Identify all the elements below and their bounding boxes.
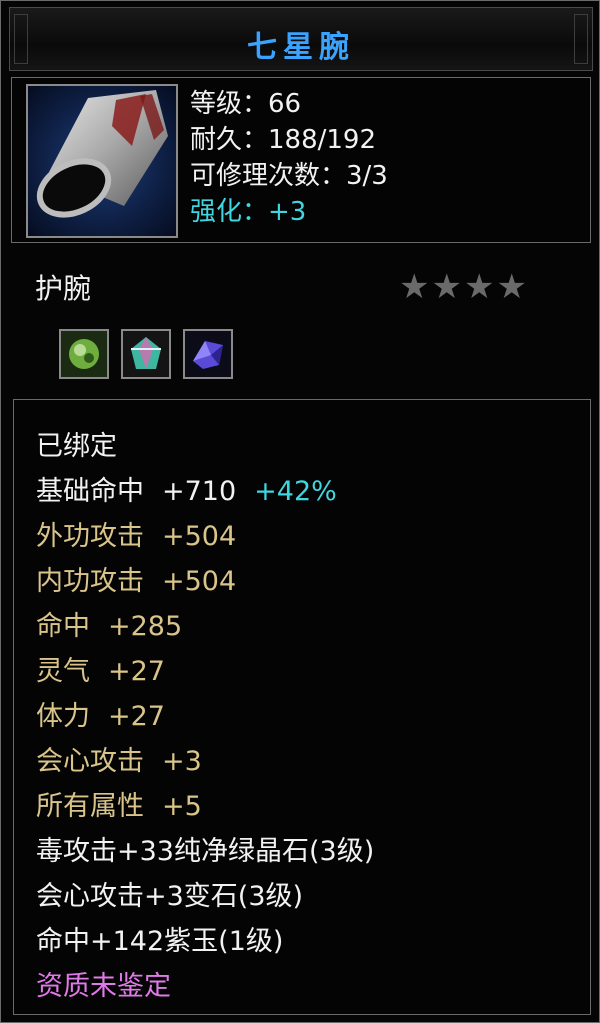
spirit-label: 灵气: [36, 656, 90, 687]
hit-value: +285: [108, 611, 183, 642]
gem-bonus-line-1: 毒攻击+33纯净绿晶石(3级): [36, 836, 375, 867]
stamina-label: 体力: [36, 701, 90, 732]
base-hit-line: 基础命中 +710 +42%: [36, 469, 374, 514]
base-hit-value: +710: [162, 476, 237, 507]
crit-attack-line: 会心攻击 +3: [36, 739, 374, 784]
hit-label: 命中: [36, 611, 90, 642]
durability-text: 耐久：188/192: [190, 125, 377, 155]
internal-attack-value: +504: [162, 566, 237, 597]
item-stats: 等级：66 耐久：188/192 可修理次数：3/3 强化：+3: [190, 86, 388, 230]
crit-attack-value: +3: [162, 746, 202, 777]
all-attributes-label: 所有属性: [36, 791, 144, 822]
enhance-text: 强化：+3: [190, 197, 307, 227]
attributes-panel: 已绑定 基础命中 +710 +42% 外功攻击 +504 内功攻击 +504 命中 +28…: [13, 399, 591, 1015]
stamina-value: +27: [108, 701, 165, 732]
all-attributes-value: +5: [162, 791, 202, 822]
repair-count-text: 可修理次数：3/3: [190, 161, 388, 191]
crit-attack-label: 会心攻击: [36, 746, 144, 777]
bound-status: 已绑定: [36, 431, 117, 462]
internal-attack-line: 内功攻击 +504: [36, 559, 374, 604]
bracer-icon: [26, 84, 178, 238]
hit-line: 命中 +285: [36, 604, 374, 649]
alexandrite-gem-icon[interactable]: [121, 329, 171, 379]
base-hit-bonus: +42%: [254, 476, 337, 507]
base-hit-label: 基础命中: [36, 476, 144, 507]
external-attack-value: +504: [162, 521, 237, 552]
star-rating-icon: ★★★★: [399, 267, 529, 307]
quality-status: 资质未鉴定: [36, 971, 171, 1002]
item-summary: 等级：66 耐久：188/192 可修理次数：3/3 强化：+3: [11, 77, 591, 243]
level-text: 等级：66: [190, 89, 302, 119]
purple-jade-gem-icon[interactable]: [183, 329, 233, 379]
green-crystal-gem-icon[interactable]: [59, 329, 109, 379]
internal-attack-label: 内功攻击: [36, 566, 144, 597]
external-attack-label: 外功攻击: [36, 521, 144, 552]
item-name: 七星腕: [247, 30, 355, 65]
gem-bonus-line-3: 命中+142紫玉(1级): [36, 926, 284, 957]
spirit-value: +27: [108, 656, 165, 687]
gem-bonus-line-2: 会心攻击+3变石(3级): [36, 881, 304, 912]
title-bar: 七星腕: [9, 7, 593, 71]
external-attack-line: 外功攻击 +504: [36, 514, 374, 559]
item-tooltip: 七星腕 等级：66 耐久：188/192 可修理次数：3/3 强化：+3 护腕 …: [0, 0, 600, 1023]
spirit-line: 灵气 +27: [36, 649, 374, 694]
stamina-line: 体力 +27: [36, 694, 374, 739]
all-attributes-line: 所有属性 +5: [36, 784, 374, 829]
equip-slot-label: 护腕: [35, 272, 92, 305]
